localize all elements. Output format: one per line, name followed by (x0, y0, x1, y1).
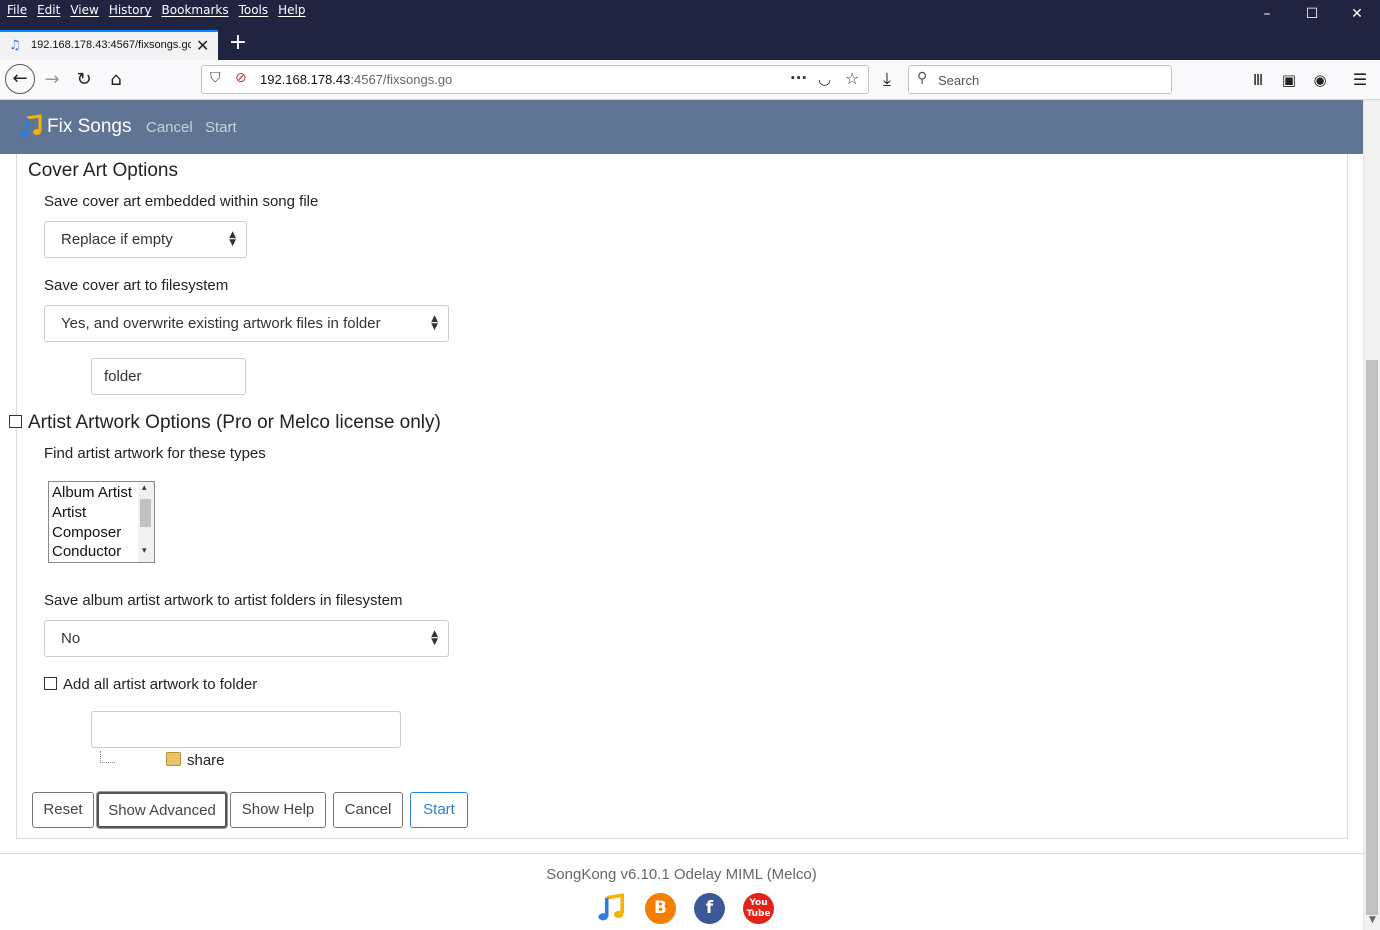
menu-edit[interactable]: Edit (37, 0, 60, 22)
search-bar[interactable]: ⚲ Search (908, 65, 1172, 94)
page-actions-icon[interactable]: ··· (790, 69, 807, 87)
sidebar-icon[interactable]: ▣ (1275, 66, 1303, 94)
page-scrollbar[interactable]: ▼ (1363, 100, 1380, 930)
url-bar[interactable]: ⛉ ⊘ 192.168.178.43:4567/fixsongs.go ··· … (201, 65, 869, 94)
hamburger-menu-icon[interactable]: ☰ (1346, 66, 1374, 94)
download-icon[interactable]: ⤓ (873, 66, 901, 94)
select-arrows-icon: ▲ ▼ (431, 629, 438, 647)
chevron-up-icon[interactable]: ▴ (142, 483, 147, 493)
artist-artwork-section-title: Artist Artwork Options (Pro or Melco lic… (28, 412, 441, 433)
app-header: Fix Songs Cancel Start (0, 100, 1363, 154)
new-tab-button[interactable]: + (227, 30, 249, 58)
minimize-button[interactable]: – (1247, 4, 1287, 24)
folder-icon (166, 752, 181, 766)
back-button[interactable]: ← (5, 64, 35, 94)
filesystem-cover-art-select[interactable]: Yes, and overwrite existing artwork file… (44, 305, 449, 342)
tab-title: 192.168.178.43:4567/fixsongs.go (31, 39, 191, 51)
search-placeholder: Search (938, 73, 980, 88)
account-icon[interactable]: ◉ (1306, 66, 1334, 94)
brand-title: Fix Songs (47, 116, 132, 137)
footer-divider (0, 853, 1363, 854)
search-icon: ⚲ (917, 70, 928, 86)
save-artist-artwork-select[interactable]: No ▲ ▼ (44, 620, 449, 657)
page-scrollbar-thumb[interactable] (1366, 360, 1378, 915)
artist-artwork-checkbox[interactable] (9, 415, 22, 428)
reload-button[interactable]: ↻ (70, 66, 98, 94)
menu-view[interactable]: View (70, 0, 98, 22)
artist-types-label: Find artist artwork for these types (44, 445, 266, 462)
browser-title-bar: File Edit View History Bookmarks Tools H… (0, 0, 1380, 60)
listbox-scrollbar-thumb[interactable] (140, 499, 151, 527)
artwork-filename-input[interactable]: folder (91, 358, 246, 395)
navigation-toolbar: ← → ↻ ⌂ ⛉ ⊘ 192.168.178.43:4567/fixsongs… (0, 60, 1380, 100)
url-host: 192.168.178.43 (260, 72, 351, 87)
filesystem-cover-art-value: Yes, and overwrite existing artwork file… (61, 315, 381, 332)
show-advanced-button[interactable]: Show Advanced (97, 792, 227, 828)
artwork-filename-value: folder (104, 368, 142, 385)
embed-cover-art-select[interactable]: Replace if empty ▲ ▼ (44, 221, 247, 258)
menu-bar: File Edit View History Bookmarks Tools H… (0, 0, 309, 22)
insecure-lock-icon[interactable]: ⊘ (235, 70, 247, 86)
menu-file[interactable]: File (7, 0, 27, 22)
select-arrows-icon: ▲ ▼ (431, 314, 438, 332)
artwork-folder-input[interactable] (91, 711, 401, 748)
chevron-down-icon[interactable]: ▾ (142, 546, 147, 556)
menu-help[interactable]: Help (278, 0, 305, 22)
bookmark-star-icon[interactable]: ☆ (845, 69, 859, 88)
music-note-icon: ♫ (9, 38, 21, 53)
footer-version: SongKong v6.10.1 Odelay MIML (Melco) (546, 866, 817, 883)
embed-cover-art-label: Save cover art embedded within song file (44, 193, 319, 210)
menu-tools[interactable]: Tools (239, 0, 269, 22)
youtube-icon[interactable]: You Tube (743, 893, 774, 924)
url-path: :4567/fixsongs.go (350, 72, 453, 87)
select-arrows-icon: ▲ ▼ (229, 230, 236, 248)
menu-bookmarks[interactable]: Bookmarks (162, 0, 229, 22)
save-artist-artwork-label: Save album artist artwork to artist fold… (44, 592, 403, 609)
list-item[interactable]: Artist (52, 504, 86, 521)
brand[interactable]: Fix Songs (18, 114, 131, 140)
tree-item-share[interactable]: share (187, 752, 225, 769)
embed-cover-art-value: Replace if empty (61, 231, 173, 248)
scroll-down-arrow-icon[interactable]: ▼ (1364, 915, 1380, 930)
home-button[interactable]: ⌂ (102, 66, 130, 94)
add-all-artwork-checkbox[interactable] (44, 677, 57, 690)
menu-history[interactable]: History (109, 0, 152, 22)
cover-art-section-title: Cover Art Options (28, 160, 178, 181)
forward-button[interactable]: → (38, 66, 66, 94)
url-text: 192.168.178.43:4567/fixsongs.go (260, 72, 452, 87)
list-item[interactable]: Composer (52, 524, 121, 541)
close-window-button[interactable]: ✕ (1337, 4, 1377, 24)
maximize-button[interactable]: ☐ (1292, 4, 1332, 24)
nav-cancel-link[interactable]: Cancel (146, 119, 193, 136)
songkong-logo-icon[interactable] (596, 893, 627, 924)
pocket-icon[interactable]: ◡ (818, 70, 831, 88)
listbox-scrollbar[interactable]: ▴ ▾ (138, 482, 154, 562)
show-help-button[interactable]: Show Help (230, 792, 326, 828)
shield-icon[interactable]: ⛉ (210, 70, 221, 86)
add-all-artwork-label: Add all artist artwork to folder (63, 676, 258, 693)
reset-button[interactable]: Reset (32, 792, 94, 828)
facebook-icon[interactable]: f (694, 893, 725, 924)
list-item[interactable]: Album Artist (52, 484, 132, 501)
start-button[interactable]: Start (410, 792, 468, 828)
list-item[interactable]: Conductor (52, 543, 121, 560)
tree-connector (100, 751, 115, 763)
filesystem-cover-art-label: Save cover art to filesystem (44, 277, 229, 294)
blogger-icon[interactable]: B (645, 893, 676, 924)
save-artist-artwork-value: No (61, 630, 81, 647)
cancel-button[interactable]: Cancel (333, 792, 403, 828)
nav-start-link[interactable]: Start (205, 119, 237, 136)
browser-tab[interactable]: ♫ 192.168.178.43:4567/fixsongs.go ✕ (0, 30, 218, 60)
artist-types-listbox[interactable]: Album Artist Artist Composer Conductor ▴… (48, 481, 155, 563)
songkong-logo-icon (20, 114, 42, 137)
close-tab-icon[interactable]: ✕ (196, 36, 209, 55)
library-icon[interactable]: Ⅲ (1244, 66, 1272, 94)
